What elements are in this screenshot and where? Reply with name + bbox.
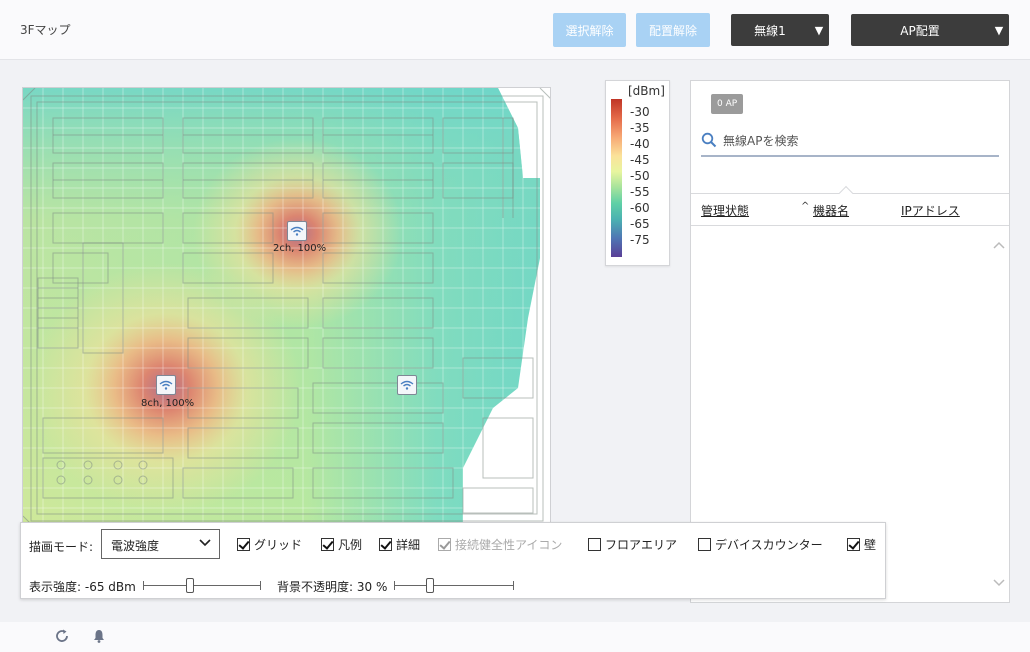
ap-table-header: 管理状態 ^ 機器名 IPアドレス xyxy=(691,185,1009,226)
details-checkbox[interactable]: 詳細 xyxy=(379,536,420,553)
legend-checkbox[interactable]: 凡例 xyxy=(321,536,362,553)
radio-select-label: 無線1 xyxy=(754,23,786,38)
strength-label: 表示強度: -65 dBm xyxy=(29,580,136,594)
legend-tick: -45 xyxy=(630,153,650,167)
checkbox-box[interactable] xyxy=(588,538,601,551)
legend-unit: [dBm] xyxy=(628,84,665,98)
footer xyxy=(0,622,1030,652)
ap-label: 2ch, 100% xyxy=(273,243,327,254)
legend-tick: -65 xyxy=(630,217,650,231)
checkbox-box[interactable] xyxy=(379,538,392,551)
bell-icon[interactable] xyxy=(91,628,107,644)
radio-select-dropdown[interactable]: 無線1 ▼ xyxy=(731,14,829,46)
legend-tick: -75 xyxy=(630,233,650,247)
heatmap xyxy=(23,88,550,526)
legend-tick: -30 xyxy=(630,105,650,119)
strength-slider[interactable] xyxy=(143,578,261,593)
checkbox-label: 接続健全性アイコン xyxy=(455,538,563,552)
wifi-icon xyxy=(400,380,414,390)
refresh-icon[interactable] xyxy=(54,628,70,644)
walls-checkbox[interactable]: 壁 xyxy=(847,536,876,553)
checkbox-label: デバイスカウンター xyxy=(715,538,823,552)
render-mode-select[interactable]: 電波強度 xyxy=(101,529,220,559)
caret-down-icon: ▼ xyxy=(814,23,824,37)
wifi-icon xyxy=(159,380,173,390)
ap-marker-3[interactable] xyxy=(397,375,417,395)
ap-marker-2[interactable] xyxy=(156,375,176,395)
health-icon-checkbox: 接続健全性アイコン xyxy=(438,536,562,553)
column-device-name[interactable]: 機器名 xyxy=(813,202,849,219)
wifi-icon xyxy=(290,226,304,236)
ap-search xyxy=(701,129,999,157)
render-mode-value: 電波強度 xyxy=(111,539,160,553)
checkbox-label: フロアエリア xyxy=(605,538,678,552)
slider-knob[interactable] xyxy=(186,578,195,593)
ap-count-badge: 0 AP xyxy=(711,94,744,114)
column-ip-address[interactable]: IPアドレス xyxy=(901,202,960,219)
checkbox-box xyxy=(438,538,451,551)
header: 3Fマップ 選択解除 配置解除 無線1 ▼ AP配置 ▼ xyxy=(0,0,1030,60)
unplace-button[interactable]: 配置解除 xyxy=(636,13,710,47)
legend-tick: -55 xyxy=(630,185,650,199)
checkbox-label: 凡例 xyxy=(338,538,363,552)
chevron-down-icon xyxy=(199,539,211,547)
slider-min-tick xyxy=(143,581,144,590)
device-counter-checkbox[interactable]: デバイスカウンター xyxy=(698,536,823,553)
ap-label: 8ch, 100% xyxy=(141,398,195,409)
ap-marker-1[interactable] xyxy=(287,221,307,241)
checkbox-label: 詳細 xyxy=(396,538,421,552)
header-notch xyxy=(838,185,854,201)
slider-max-tick xyxy=(260,581,261,590)
scroll-up-icon[interactable] xyxy=(993,237,1005,253)
ap-placement-label: AP配置 xyxy=(900,23,940,38)
legend-tick: -60 xyxy=(630,201,650,215)
page-title: 3Fマップ xyxy=(20,23,71,37)
slider-min-tick xyxy=(394,581,395,590)
checkbox-box[interactable] xyxy=(698,538,711,551)
checkbox-label: グリッド xyxy=(254,538,303,552)
checkbox-label: 壁 xyxy=(864,538,877,552)
map-controls: 描画モード: 電波強度 グリッド 凡例 詳細 接続健全性アイコン フロアエリア … xyxy=(20,522,886,599)
legend-tick: -40 xyxy=(630,137,650,151)
floor-map[interactable]: 2ch, 100% 8ch, 100% xyxy=(22,87,551,527)
caret-down-icon: ▼ xyxy=(994,23,1004,37)
legend-color-bar xyxy=(611,99,622,257)
deselect-button[interactable]: 選択解除 xyxy=(553,13,626,47)
opacity-label: 背景不透明度: 30 % xyxy=(277,580,388,594)
scroll-down-icon[interactable] xyxy=(993,575,1005,591)
checkbox-box[interactable] xyxy=(847,538,860,551)
slider-max-tick xyxy=(513,581,514,590)
sort-asc-icon: ^ xyxy=(801,201,810,212)
checkbox-box[interactable] xyxy=(237,538,250,551)
legend-tick: -35 xyxy=(630,121,650,135)
opacity-slider[interactable] xyxy=(394,578,514,593)
render-mode-label: 描画モード: xyxy=(29,540,94,554)
grid-checkbox[interactable]: グリッド xyxy=(237,536,302,553)
checkbox-box[interactable] xyxy=(321,538,334,551)
floor-area-checkbox[interactable]: フロアエリア xyxy=(588,536,677,553)
column-status[interactable]: 管理状態 xyxy=(701,202,749,219)
search-icon xyxy=(701,132,717,148)
signal-legend: [dBm] -30 -35 -40 -45 -50 -55 -60 -65 -7… xyxy=(605,80,670,266)
search-input[interactable] xyxy=(723,131,993,151)
legend-tick: -50 xyxy=(630,169,650,183)
slider-knob[interactable] xyxy=(426,578,434,593)
ap-placement-dropdown[interactable]: AP配置 ▼ xyxy=(851,14,1009,46)
